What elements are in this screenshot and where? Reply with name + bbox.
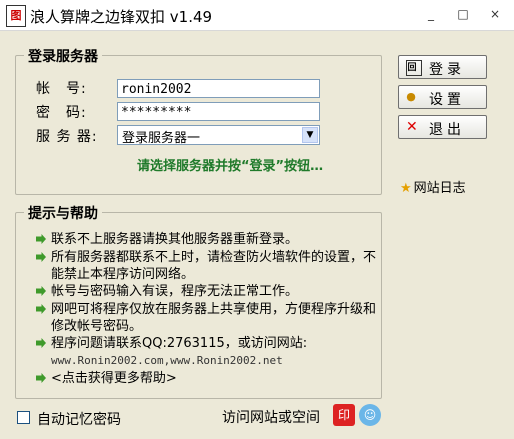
password-label: 密 码:	[36, 105, 87, 121]
seal-icon[interactable]: 印	[333, 404, 355, 426]
server-label: 服 务 器:	[36, 129, 98, 145]
smiley-icon[interactable]: ☺	[359, 404, 381, 426]
exit-button-label: 退出	[429, 122, 465, 138]
server-select[interactable]: 登录服务器一 ▼	[117, 125, 320, 146]
close-button[interactable]: ×	[482, 5, 508, 23]
settings-button-label: 设置	[429, 92, 465, 108]
minimize-button[interactable]: _	[418, 5, 444, 23]
chevron-down-icon[interactable]: ▼	[302, 127, 318, 143]
account-input[interactable]: ronin2002	[117, 79, 320, 98]
maximize-button[interactable]: □	[450, 5, 476, 23]
visit-website-link[interactable]: 访问网站或空间	[222, 407, 320, 427]
window-controls: _ □ ×	[418, 5, 508, 23]
site-log-link[interactable]: ★ 网站日志	[400, 177, 466, 196]
app-icon: 图	[6, 5, 26, 27]
account-label: 帐 号:	[36, 81, 87, 97]
login-group-title: 登录服务器	[24, 46, 102, 66]
title-bar: 图 浪人算牌之边锋双扣 v1.49 _ □ ×	[0, 0, 514, 31]
help-item: 联系不上服务器请换其他服务器重新登录。	[36, 231, 376, 248]
login-icon: 回	[406, 60, 422, 76]
help-group: 提示与帮助 联系不上服务器请换其他服务器重新登录。 所有服务器都联系不上时，请检…	[15, 203, 382, 399]
settings-button[interactable]: ● 设置	[398, 85, 487, 109]
website-text: www.Ronin2002.com,www.Ronin2002.net	[51, 354, 283, 367]
more-help-link[interactable]: <点击获得更多帮助>	[36, 370, 376, 387]
window-title: 浪人算牌之边锋双扣 v1.49	[30, 8, 213, 26]
help-group-title: 提示与帮助	[24, 203, 102, 223]
close-icon: ✕	[406, 119, 422, 135]
lightbulb-icon: ●	[406, 90, 420, 103]
exit-button[interactable]: ✕ 退出	[398, 115, 487, 139]
login-button[interactable]: 回 登录	[398, 55, 487, 79]
help-item: 所有服务器都联系不上时，请检查防火墙软件的设置，不能禁止本程序访问网络。	[36, 249, 376, 283]
login-hint: 请选择服务器并按“登录”按钮…	[137, 159, 324, 174]
login-group: 登录服务器 帐 号: ronin2002 密 码: ********* 服 务 …	[15, 46, 382, 195]
star-icon: ★	[400, 181, 412, 196]
login-button-label: 登录	[429, 62, 465, 78]
help-item: 程序问题请联系QQ:2763115，或访问网站: www.Ronin2002.c…	[36, 335, 376, 369]
remember-password-label[interactable]: 自动记忆密码	[37, 409, 121, 429]
remember-password-checkbox[interactable]	[17, 411, 30, 424]
help-item: 帐号与密码输入有误，程序无法正常工作。	[36, 283, 376, 300]
server-select-value: 登录服务器一	[122, 131, 201, 146]
help-item: 网吧可将程序仅放在服务器上共享使用，方便程序升级和修改帐号密码。	[36, 301, 376, 335]
password-input[interactable]: *********	[117, 102, 320, 121]
site-log-label: 网站日志	[413, 181, 466, 196]
